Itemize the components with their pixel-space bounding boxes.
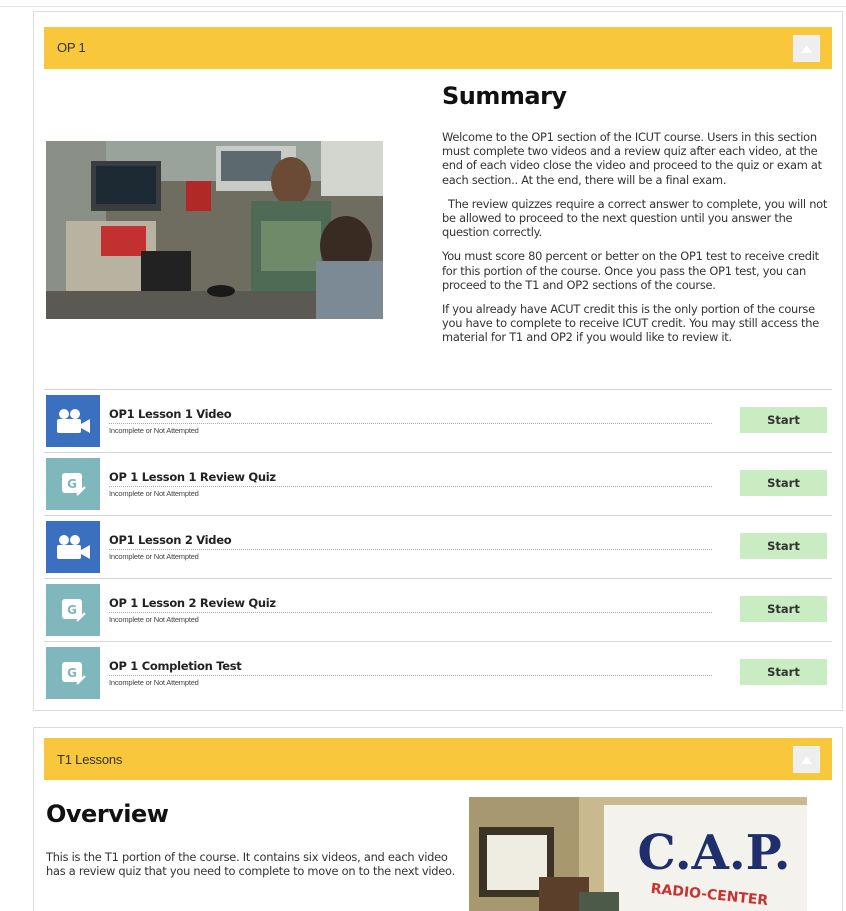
start-button[interactable]: Start <box>740 470 827 496</box>
collapse-button[interactable] <box>793 35 820 62</box>
lesson-status: Incomplete or Not Attempted <box>109 678 199 687</box>
divider <box>109 486 712 487</box>
section-photo <box>46 141 383 319</box>
triangle-up-icon <box>801 44 812 53</box>
lesson-status: Incomplete or Not Attempted <box>109 426 199 435</box>
section-header-op1[interactable]: OP 1 <box>44 27 832 69</box>
summary-paragraph: The review quizzes require a correct ans… <box>442 196 828 240</box>
sign-text: C.A.P. <box>638 825 791 881</box>
divider <box>109 675 712 676</box>
overview-heading: Overview <box>46 800 169 828</box>
section-panel-t1: T1 Lessons Overview This is the T1 porti… <box>33 727 843 911</box>
quiz-icon: G <box>46 458 100 510</box>
svg-text:G: G <box>67 666 77 680</box>
lesson-item: G OP 1 Lesson 1 Review Quiz Incomplete o… <box>44 452 832 515</box>
lesson-title[interactable]: OP 1 Lesson 1 Review Quiz <box>109 470 276 484</box>
cap-radio-center-photo: C.A.P. RADIO-CENTER <box>469 797 807 911</box>
section-title: OP 1 <box>57 40 86 55</box>
summary-paragraph: You must score 80 percent or better on t… <box>442 249 819 292</box>
lesson-item: OP1 Lesson 1 Video Incomplete or Not Att… <box>44 389 832 452</box>
collapse-button[interactable] <box>793 746 820 773</box>
summary-heading: Summary <box>442 82 567 110</box>
quiz-icon: G <box>46 584 100 636</box>
lesson-list: OP1 Lesson 1 Video Incomplete or Not Att… <box>44 389 832 704</box>
section-header-t1[interactable]: T1 Lessons <box>44 738 832 780</box>
lesson-status: Incomplete or Not Attempted <box>109 615 199 624</box>
lesson-title[interactable]: OP1 Lesson 1 Video <box>109 407 232 421</box>
lesson-title[interactable]: OP 1 Lesson 2 Review Quiz <box>109 596 276 610</box>
divider <box>109 612 712 613</box>
section-panel-op1: OP 1 Summary Welcome to the OP1 section … <box>33 11 843 711</box>
video-camera-icon <box>46 395 100 447</box>
summary-paragraph: If you already have ACUT credit this is … <box>442 302 819 345</box>
start-button[interactable]: Start <box>740 407 827 433</box>
start-button[interactable]: Start <box>740 533 827 559</box>
lesson-title[interactable]: OP 1 Completion Test <box>109 659 242 673</box>
summary-paragraph: Welcome to the OP1 section of the ICUT c… <box>442 130 822 187</box>
start-button[interactable]: Start <box>740 596 827 622</box>
section-title: T1 Lessons <box>57 752 123 767</box>
overview-text: This is the T1 portion of the course. It… <box>46 850 456 878</box>
lesson-title[interactable]: OP1 Lesson 2 Video <box>109 533 232 547</box>
svg-text:G: G <box>67 477 77 491</box>
lesson-status: Incomplete or Not Attempted <box>109 552 199 561</box>
lesson-item: G OP 1 Lesson 2 Review Quiz Incomplete o… <box>44 578 832 641</box>
top-divider <box>0 6 846 7</box>
quiz-icon: G <box>46 647 100 699</box>
lesson-item: OP1 Lesson 2 Video Incomplete or Not Att… <box>44 515 832 578</box>
lesson-item: G OP 1 Completion Test Incomplete or Not… <box>44 641 832 704</box>
svg-text:G: G <box>67 603 77 617</box>
summary-text: Welcome to the OP1 section of the ICUT c… <box>442 130 832 355</box>
divider <box>109 549 712 550</box>
start-button[interactable]: Start <box>740 659 827 685</box>
lesson-status: Incomplete or Not Attempted <box>109 489 199 498</box>
overview-paragraph: This is the T1 portion of the course. It… <box>46 850 455 879</box>
triangle-up-icon <box>801 755 812 764</box>
divider <box>109 423 712 424</box>
video-camera-icon <box>46 521 100 573</box>
